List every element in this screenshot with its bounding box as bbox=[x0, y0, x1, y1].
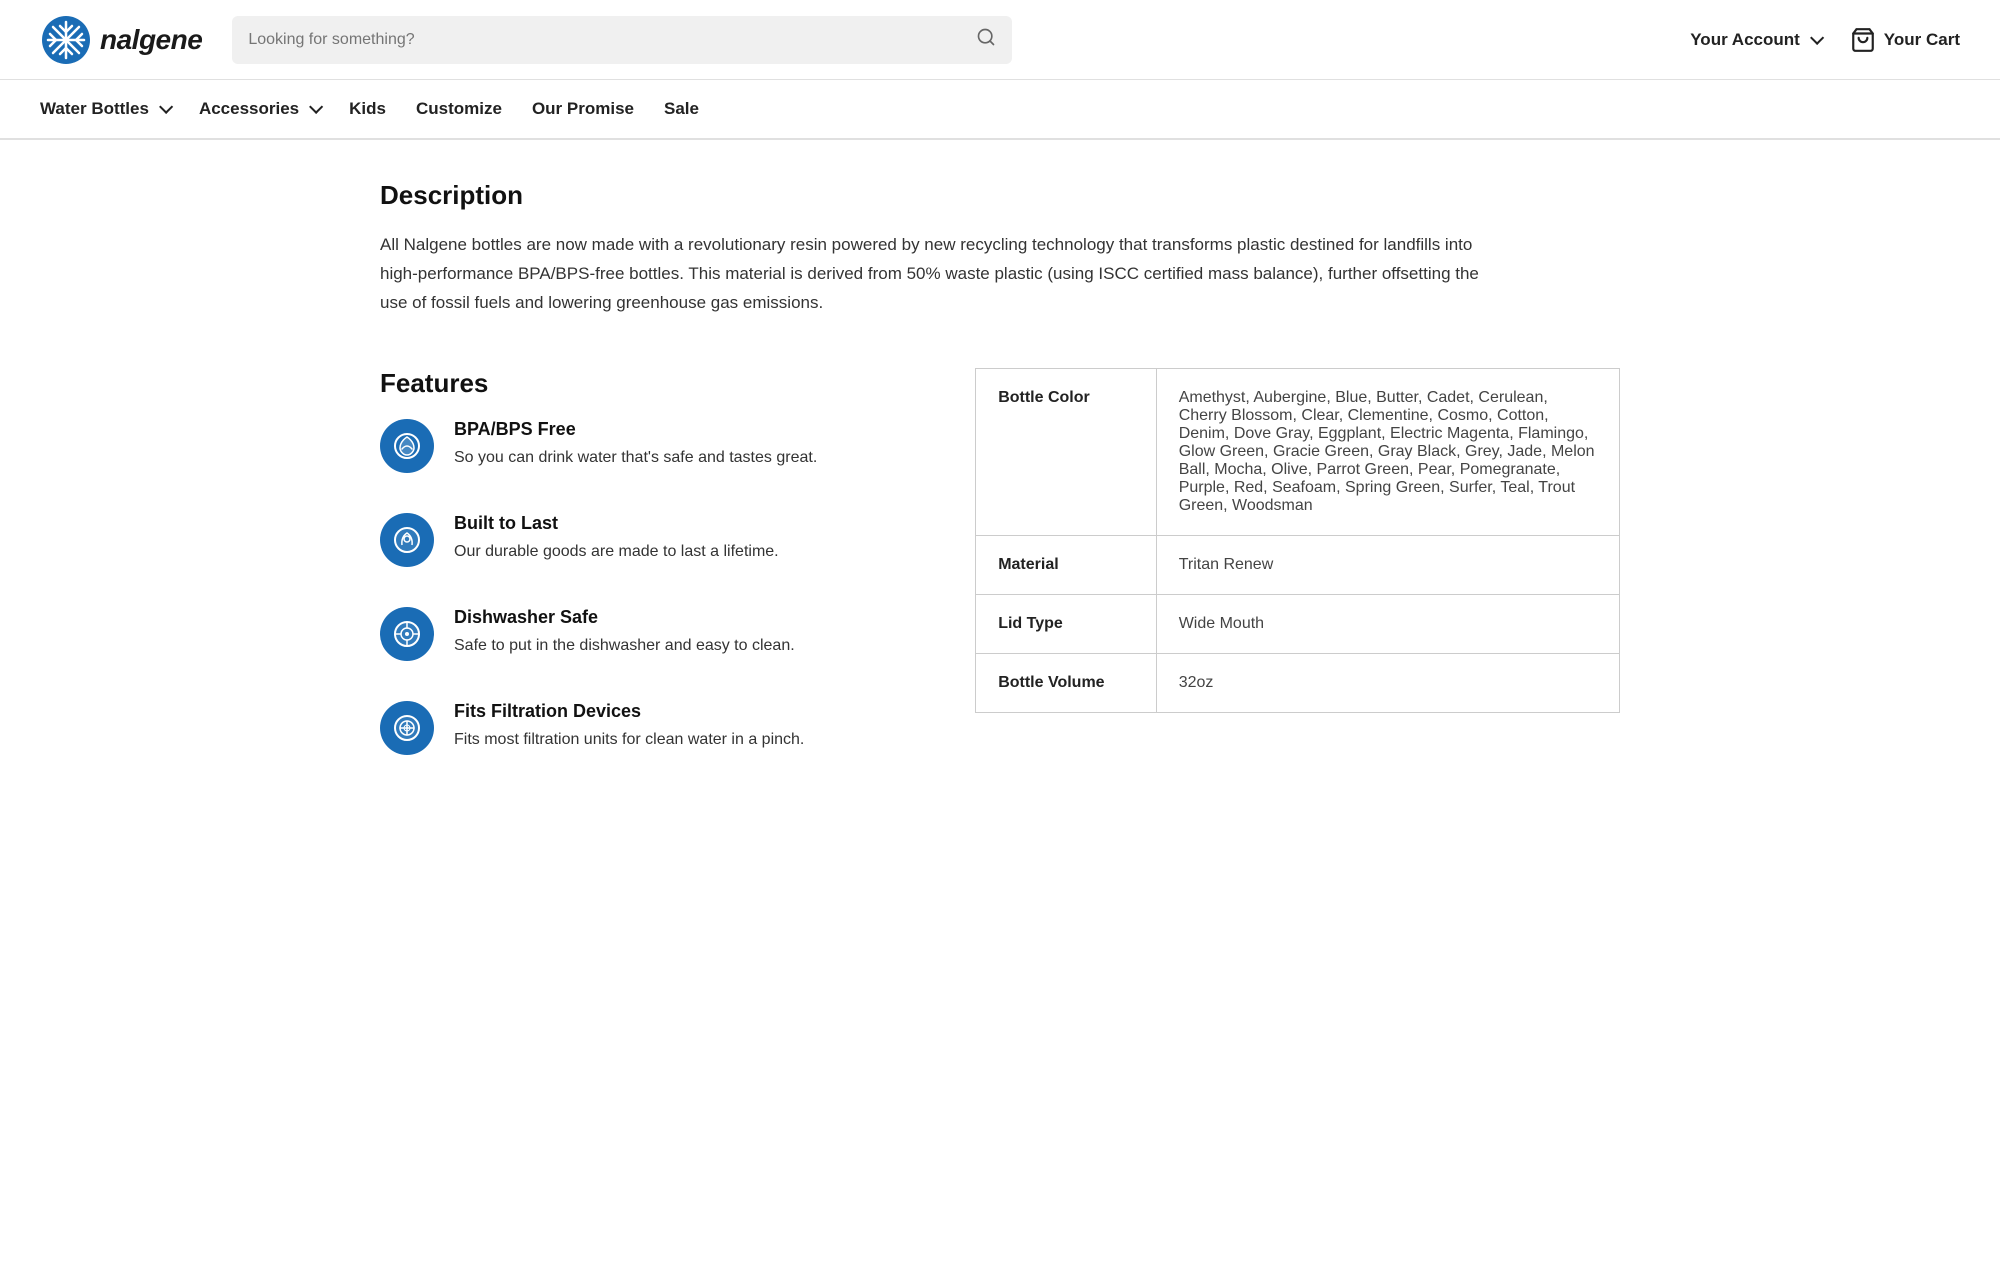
bpa-free-text: BPA/BPS Free So you can drink water that… bbox=[454, 419, 817, 470]
water-bottles-chevron-icon bbox=[159, 100, 173, 114]
account-chevron-icon bbox=[1810, 30, 1824, 44]
logo[interactable]: nalgene bbox=[40, 14, 202, 66]
spec-label-material: Material bbox=[976, 535, 1156, 594]
nav-item-customize[interactable]: Customize bbox=[416, 99, 532, 119]
description-section: Description All Nalgene bottles are now … bbox=[380, 180, 1620, 318]
cart-button[interactable]: Your Cart bbox=[1850, 27, 1960, 53]
bpa-free-description: So you can drink water that's safe and t… bbox=[454, 446, 817, 470]
description-title: Description bbox=[380, 180, 1620, 211]
site-header: nalgene Your Account Your Cart bbox=[0, 0, 2000, 80]
spec-label-volume: Bottle Volume bbox=[976, 653, 1156, 712]
spec-value-volume: 32oz bbox=[1156, 653, 1619, 712]
dishwasher-safe-title: Dishwasher Safe bbox=[454, 607, 795, 628]
built-to-last-title: Built to Last bbox=[454, 513, 779, 534]
header-actions: Your Account Your Cart bbox=[1690, 27, 1960, 53]
spec-value-material: Tritan Renew bbox=[1156, 535, 1619, 594]
spec-row-color: Bottle Color Amethyst, Aubergine, Blue, … bbox=[976, 369, 1619, 536]
dishwasher-safe-icon bbox=[380, 607, 434, 661]
bpa-free-icon bbox=[380, 419, 434, 473]
spec-row-material: Material Tritan Renew bbox=[976, 535, 1619, 594]
feature-built-to-last: Built to Last Our durable goods are made… bbox=[380, 513, 935, 567]
specs-table-container: Bottle Color Amethyst, Aubergine, Blue, … bbox=[975, 368, 1620, 713]
built-to-last-icon bbox=[380, 513, 434, 567]
search-input[interactable] bbox=[248, 31, 976, 49]
spec-value-color: Amethyst, Aubergine, Blue, Butter, Cadet… bbox=[1156, 369, 1619, 536]
spec-value-lid: Wide Mouth bbox=[1156, 594, 1619, 653]
features-section: Features BPA/BPS Free So you can drink w… bbox=[380, 368, 1620, 795]
search-bar[interactable] bbox=[232, 16, 1012, 64]
built-to-last-text: Built to Last Our durable goods are made… bbox=[454, 513, 779, 564]
bpa-free-title: BPA/BPS Free bbox=[454, 419, 817, 440]
cart-icon bbox=[1850, 27, 1876, 53]
logo-icon bbox=[40, 14, 92, 66]
spec-label-color: Bottle Color bbox=[976, 369, 1156, 536]
features-list: Features BPA/BPS Free So you can drink w… bbox=[380, 368, 975, 795]
feature-dishwasher-safe: Dishwasher Safe Safe to put in the dishw… bbox=[380, 607, 935, 661]
spec-label-lid: Lid Type bbox=[976, 594, 1156, 653]
accessories-chevron-icon bbox=[309, 100, 323, 114]
features-title: Features bbox=[380, 368, 935, 399]
filtration-text: Fits Filtration Devices Fits most filtra… bbox=[454, 701, 804, 752]
specs-table: Bottle Color Amethyst, Aubergine, Blue, … bbox=[976, 369, 1619, 712]
description-text: All Nalgene bottles are now made with a … bbox=[380, 231, 1480, 318]
logo-text: nalgene bbox=[100, 24, 202, 56]
spec-row-lid: Lid Type Wide Mouth bbox=[976, 594, 1619, 653]
nav-item-accessories[interactable]: Accessories bbox=[199, 99, 349, 119]
feature-bpa-free: BPA/BPS Free So you can drink water that… bbox=[380, 419, 935, 473]
cart-label: Your Cart bbox=[1884, 30, 1960, 50]
filtration-description: Fits most filtration units for clean wat… bbox=[454, 728, 804, 752]
spec-row-volume: Bottle Volume 32oz bbox=[976, 653, 1619, 712]
search-button[interactable] bbox=[976, 27, 996, 53]
main-nav: Water Bottles Accessories Kids Customize… bbox=[0, 80, 2000, 140]
built-to-last-description: Our durable goods are made to last a lif… bbox=[454, 540, 779, 564]
nav-item-water-bottles[interactable]: Water Bottles bbox=[40, 99, 199, 119]
main-content: Description All Nalgene bottles are now … bbox=[320, 140, 1680, 835]
filtration-title: Fits Filtration Devices bbox=[454, 701, 804, 722]
nav-item-sale[interactable]: Sale bbox=[664, 99, 729, 119]
filtration-icon bbox=[380, 701, 434, 755]
dishwasher-safe-text: Dishwasher Safe Safe to put in the dishw… bbox=[454, 607, 795, 658]
account-button[interactable]: Your Account bbox=[1690, 30, 1820, 50]
nav-item-our-promise[interactable]: Our Promise bbox=[532, 99, 664, 119]
feature-filtration: Fits Filtration Devices Fits most filtra… bbox=[380, 701, 935, 755]
dishwasher-safe-description: Safe to put in the dishwasher and easy t… bbox=[454, 634, 795, 658]
nav-item-kids[interactable]: Kids bbox=[349, 99, 416, 119]
account-label: Your Account bbox=[1690, 30, 1800, 50]
